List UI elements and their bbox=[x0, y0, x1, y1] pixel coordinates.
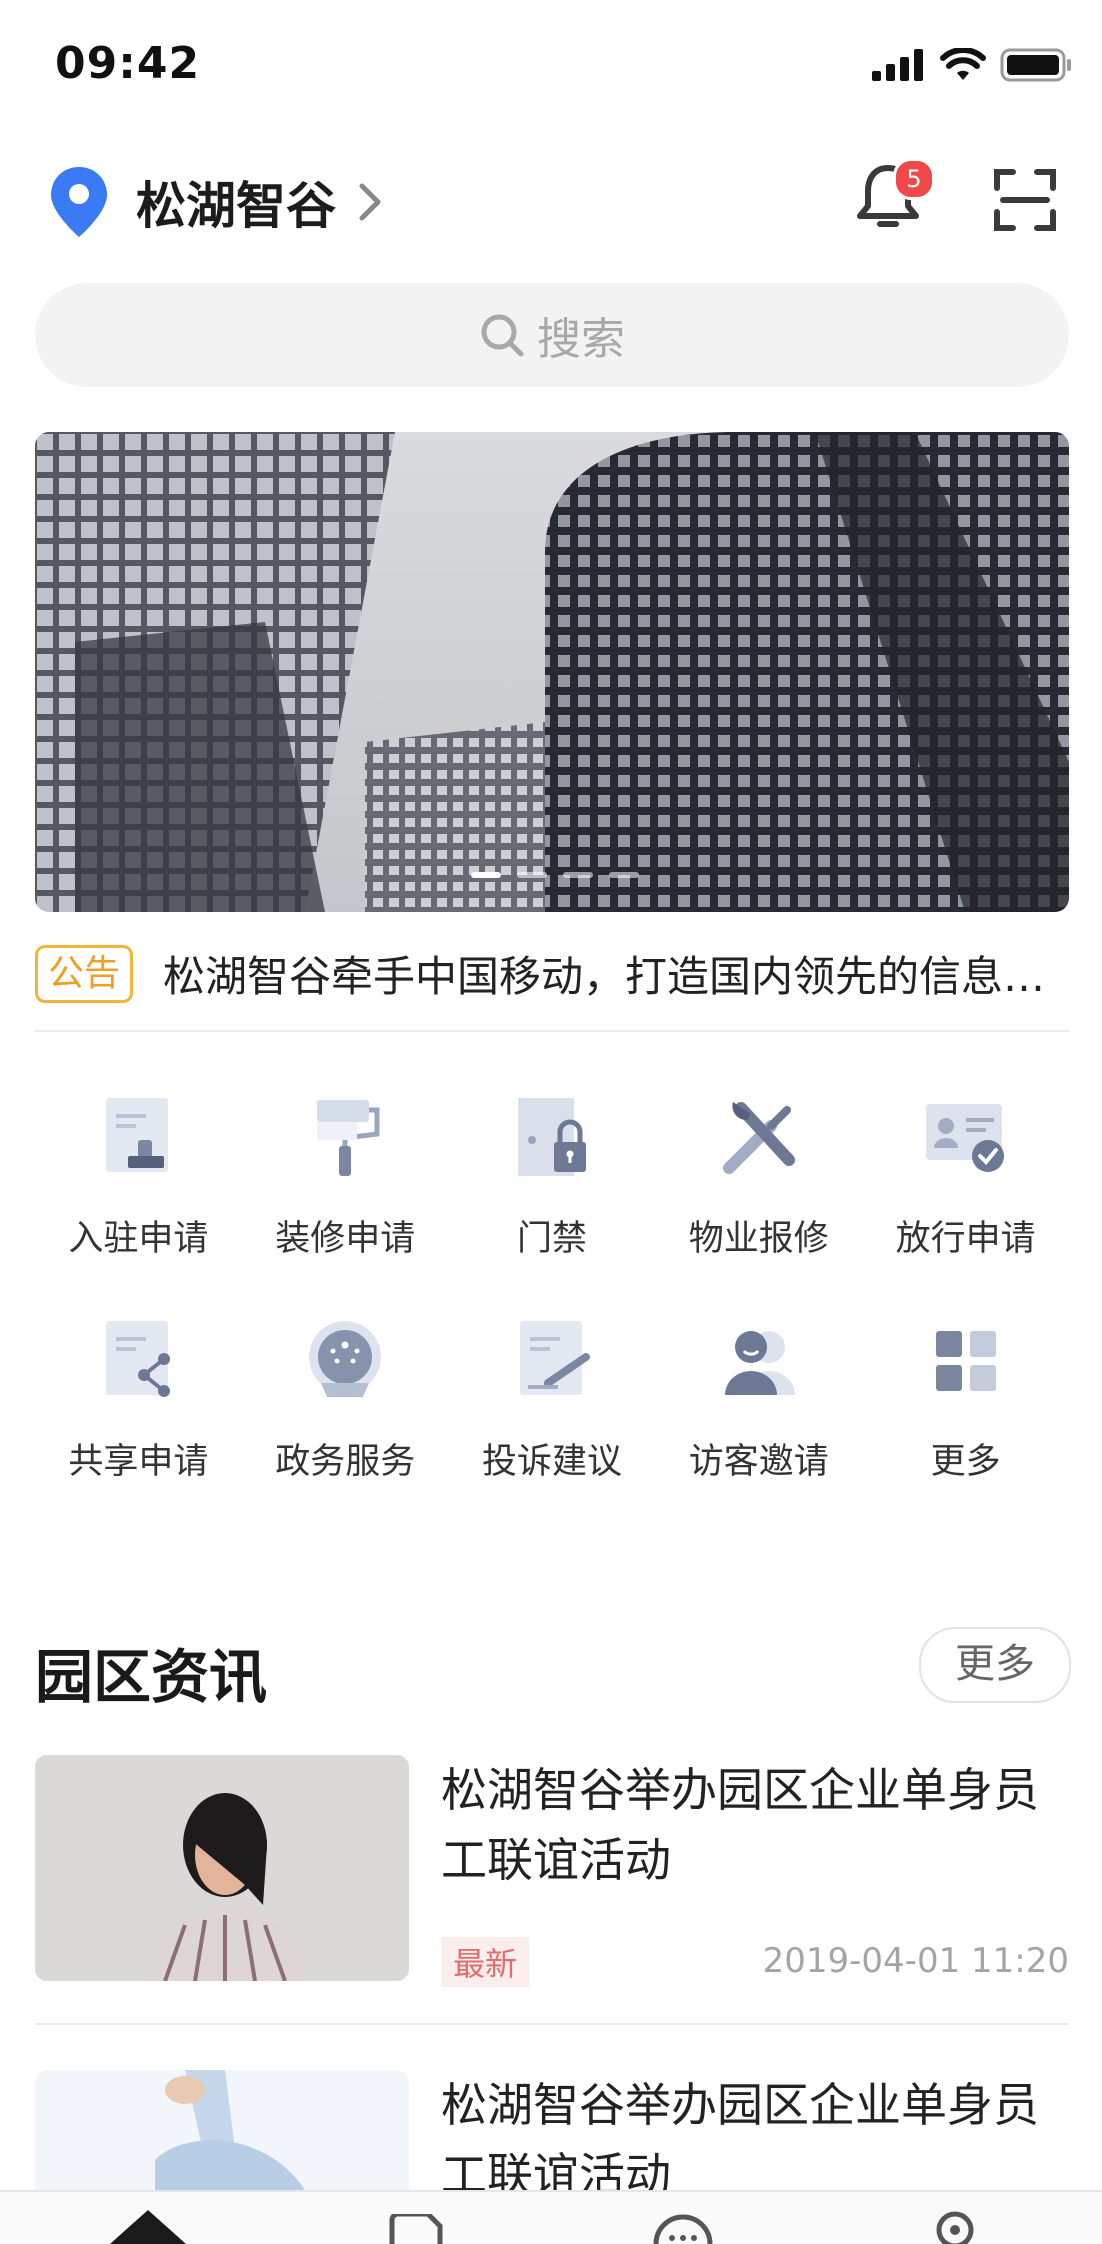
divider bbox=[35, 2023, 1069, 2025]
service-more[interactable]: 更多 bbox=[862, 1313, 1069, 1484]
service-release[interactable]: 放行申请 bbox=[862, 1090, 1069, 1261]
service-grid: 入驻申请 装修申请 门禁 物业报修 放行申请 共享申请 政务服务 投诉建议 访客… bbox=[35, 1090, 1069, 1484]
news-date: 2019-04-01 11:20 bbox=[762, 1941, 1069, 1981]
banner-carousel[interactable] bbox=[35, 432, 1069, 912]
service-share[interactable]: 共享申请 bbox=[35, 1313, 242, 1484]
service-label: 投诉建议 bbox=[481, 1442, 622, 1482]
grid-icon bbox=[935, 1331, 996, 1391]
service-label: 更多 bbox=[930, 1442, 1001, 1482]
banner-image bbox=[35, 432, 1069, 912]
news-headline: 松湖智谷举办园区企业单身员工联谊活动 bbox=[441, 2078, 1039, 2202]
news-section-title: 园区资讯 bbox=[35, 1643, 268, 1711]
service-label: 装修申请 bbox=[275, 1219, 416, 1259]
signal-icon bbox=[872, 49, 923, 81]
scan-icon[interactable] bbox=[993, 168, 1057, 232]
service-label: 放行申请 bbox=[895, 1219, 1036, 1259]
tools-icon bbox=[722, 1102, 795, 1174]
location-pin-icon bbox=[51, 167, 107, 237]
notice-tag: 公告 bbox=[35, 944, 134, 1003]
paint-roller-icon bbox=[317, 1100, 380, 1176]
battery-icon bbox=[1000, 48, 1071, 82]
service-label: 门禁 bbox=[516, 1219, 587, 1259]
notice-text: 松湖智谷牵手中国移动，打造国内领先的信息… bbox=[163, 952, 1046, 1001]
service-check-in[interactable]: 入驻申请 bbox=[35, 1090, 242, 1261]
search-icon bbox=[481, 314, 524, 357]
search-placeholder: 搜索 bbox=[537, 314, 625, 365]
news-more-button[interactable]: 更多 bbox=[919, 1627, 1071, 1703]
id-card-check-icon bbox=[925, 1104, 1004, 1172]
profile-tab-icon[interactable] bbox=[930, 2210, 980, 2244]
service-complaint[interactable]: 投诉建议 bbox=[449, 1313, 656, 1484]
carousel-dot[interactable] bbox=[609, 872, 639, 878]
status-icons bbox=[872, 48, 1072, 82]
carousel-indicators bbox=[471, 872, 639, 878]
location-selector[interactable]: 松湖智谷 bbox=[48, 165, 382, 239]
visitor-icon bbox=[724, 1331, 795, 1395]
news-tag: 最新 bbox=[441, 1937, 530, 1987]
service-maintenance[interactable]: 物业报修 bbox=[655, 1090, 862, 1261]
home-tab-icon[interactable] bbox=[110, 2210, 186, 2244]
news-item[interactable]: 松湖智谷举办园区企业单身员工联谊活动 最新 2019-04-01 11:20 bbox=[35, 1755, 1069, 1987]
divider bbox=[35, 1030, 1069, 1032]
carousel-dot[interactable] bbox=[471, 872, 501, 878]
door-lock-icon bbox=[517, 1098, 586, 1176]
government-emblem-icon bbox=[309, 1321, 382, 1397]
wifi-icon bbox=[940, 48, 986, 80]
search-bar[interactable]: 搜索 bbox=[35, 283, 1069, 387]
share-doc-icon bbox=[106, 1321, 171, 1397]
news-headline: 松湖智谷举办园区企业单身员工联谊活动 bbox=[441, 1763, 1039, 1887]
service-label: 访客邀请 bbox=[688, 1442, 829, 1482]
location-name: 松湖智谷 bbox=[136, 177, 336, 235]
notice-bar[interactable]: 公告 松湖智谷牵手中国移动，打造国内领先的信息… bbox=[35, 943, 1069, 1004]
service-label: 物业报修 bbox=[688, 1219, 829, 1259]
edit-doc-icon bbox=[519, 1321, 590, 1395]
bottom-tab-bar bbox=[0, 2190, 1102, 2244]
service-access-control[interactable]: 门禁 bbox=[449, 1090, 656, 1261]
chevron-right-icon bbox=[359, 183, 381, 221]
check-in-icon bbox=[106, 1098, 169, 1172]
service-visitor[interactable]: 访客邀请 bbox=[655, 1313, 862, 1484]
news-thumbnail bbox=[35, 1755, 409, 1981]
document-tab-icon[interactable] bbox=[388, 2214, 444, 2244]
service-label: 共享申请 bbox=[68, 1442, 209, 1482]
carousel-dot[interactable] bbox=[517, 872, 547, 878]
status-time: 09:42 bbox=[55, 38, 201, 89]
carousel-dot[interactable] bbox=[563, 872, 593, 878]
service-label: 政务服务 bbox=[275, 1442, 416, 1482]
service-renovation[interactable]: 装修申请 bbox=[242, 1090, 449, 1261]
service-government[interactable]: 政务服务 bbox=[242, 1313, 449, 1484]
notification-badge: 5 bbox=[893, 158, 935, 200]
service-label: 入驻申请 bbox=[68, 1219, 209, 1259]
message-tab-icon[interactable] bbox=[652, 2212, 714, 2244]
